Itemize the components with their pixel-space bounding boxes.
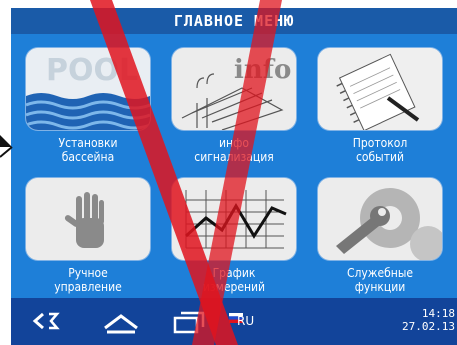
bottom-navigation-bar: RU 14:18 27.02.13	[11, 298, 457, 345]
home-icon[interactable]	[101, 306, 141, 336]
tile-label-line2: функции	[354, 280, 406, 294]
tile-event-log[interactable]	[318, 48, 442, 130]
tile-label-line2: сигнализация	[194, 150, 274, 164]
tile-label-line1: инфо	[219, 136, 249, 150]
tile-label-manual: Ручное управление	[13, 266, 163, 294]
tile-label-line1: Протокол	[352, 136, 408, 150]
tile-label-line2: событий	[355, 150, 405, 164]
pool-image-text: POOL	[46, 53, 138, 88]
clock-time: 14:18	[421, 307, 455, 320]
tile-label-line2: бассейна	[61, 150, 115, 164]
back-icon[interactable]	[29, 306, 61, 336]
gear-wrench-icon	[318, 178, 442, 260]
tile-label-line2: управление	[54, 280, 122, 294]
tile-label-line1: Служебные	[346, 266, 414, 280]
clock-date: 27.02.13	[402, 320, 455, 333]
tile-pool-settings[interactable]: POOL	[26, 48, 150, 130]
tile-label-events: Протокол событий	[305, 136, 455, 164]
tile-label-service: Служебные функции	[305, 266, 455, 294]
tile-label-chart: График измерений	[159, 266, 309, 294]
tile-label-line1: Установки	[58, 136, 118, 150]
info-image-text: info	[234, 55, 291, 85]
tile-label-line1: Ручное	[68, 266, 108, 280]
tile-measurement-chart[interactable]	[172, 178, 296, 260]
tile-label-line1: График	[212, 266, 256, 280]
tile-label-info: инфо сигнализация	[159, 136, 309, 164]
tile-label-line2: измерений	[202, 280, 266, 294]
pointer-arrow-icon	[0, 135, 13, 158]
tile-service-functions[interactable]	[318, 178, 442, 260]
tile-label-pool: Установки бассейна	[13, 136, 163, 164]
info-icon: info	[172, 48, 296, 130]
chart-icon	[172, 178, 296, 260]
page-title: ГЛАВНОЕ МЕНЮ	[11, 8, 457, 34]
touch-screen: ГЛАВНОЕ МЕНЮ POOL Установки бассейна inf…	[11, 8, 457, 345]
pool-icon: POOL	[26, 48, 150, 130]
notebook-icon	[318, 48, 442, 130]
windows-icon[interactable]	[169, 306, 209, 336]
tile-info-alarm[interactable]: info	[172, 48, 296, 130]
language-selector[interactable]: RU	[237, 314, 254, 328]
tile-manual-control[interactable]	[26, 178, 150, 260]
hand-icon	[26, 178, 150, 260]
datetime-display: 14:18 27.02.13	[402, 307, 455, 333]
